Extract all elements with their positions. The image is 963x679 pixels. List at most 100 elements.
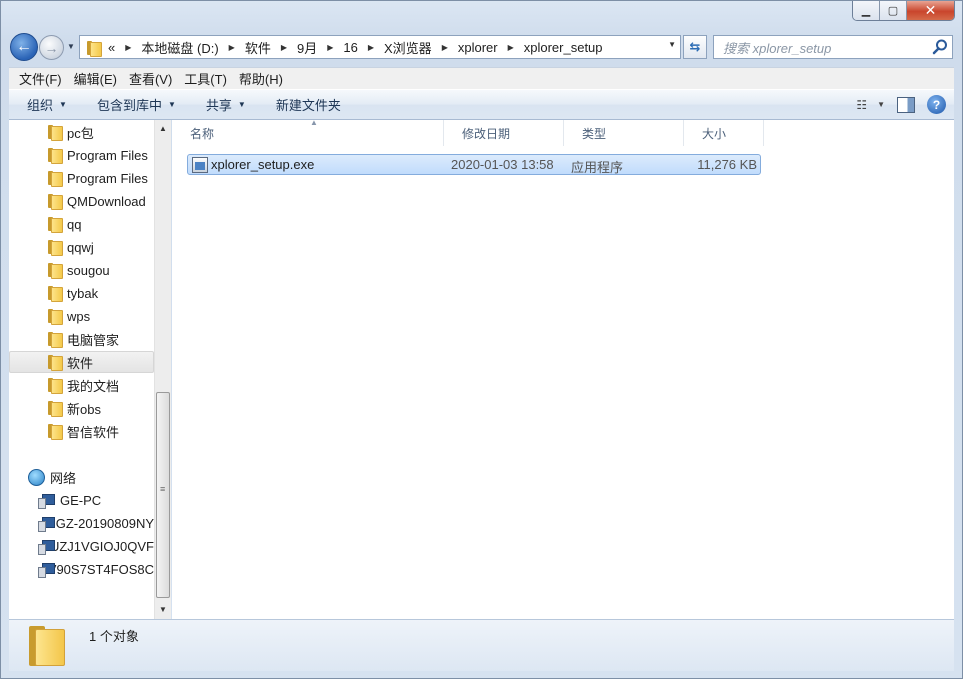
tree-folder-label: 电脑管家	[67, 332, 120, 348]
menu-help[interactable]: 帮助(H)	[233, 69, 289, 88]
help-icon[interactable]: ?	[927, 95, 946, 114]
tree-folder-label: QMDownload	[67, 193, 146, 209]
column-header-type[interactable]: 类型	[564, 120, 684, 146]
close-button[interactable]: ✕	[907, 1, 954, 20]
file-size: 11,276 KB	[697, 157, 757, 172]
folder-icon	[86, 40, 102, 57]
explorer-window: ▁ ▢ ✕ ← → ▼ « ▶ 本地磁盘 (D:) ▶ 软件 ▶ 9月 ▶ 16…	[0, 0, 963, 679]
tree-computer-item[interactable]: GZ-20190809NY	[9, 512, 154, 534]
chevron-right-icon[interactable]: ▶	[442, 43, 448, 52]
tree-folder-item[interactable]: qqwj	[9, 236, 154, 258]
scroll-up-arrow-icon[interactable]: ▲	[159, 124, 167, 133]
folder-icon	[47, 377, 63, 394]
refresh-button[interactable]: ⇆	[683, 35, 707, 59]
tree-computer-label: GE-PC	[60, 492, 102, 508]
tree-network[interactable]: 网络	[9, 466, 154, 488]
tree-folder-label: wps	[67, 308, 91, 324]
new-folder-button[interactable]: 新建文件夹	[266, 95, 351, 114]
breadcrumb-current[interactable]: xplorer_setup	[524, 40, 603, 55]
forward-button[interactable]: →	[39, 35, 64, 60]
share-button[interactable]: 共享 ▼	[196, 95, 256, 114]
preview-pane-icon[interactable]	[897, 96, 915, 113]
include-in-library-button[interactable]: 包含到库中 ▼	[87, 95, 186, 114]
menu-file[interactable]: 文件(F)	[13, 69, 68, 88]
chevron-down-icon[interactable]: ▼	[877, 100, 885, 109]
chevron-down-icon: ▼	[237, 100, 246, 109]
tree-folder-item-selected[interactable]: 软件	[9, 351, 154, 373]
tree-computer-item[interactable]: UZJ1VGIOJ0QVF	[9, 535, 154, 557]
recent-pages-dropdown-icon[interactable]: ▼	[67, 42, 75, 51]
address-history-dropdown-icon[interactable]: ▼	[668, 40, 676, 49]
view-controls: ☷ ▼ ?	[856, 95, 946, 114]
column-header-label: 类型	[582, 126, 607, 141]
column-header-label: 名称	[190, 126, 215, 141]
tree-folder-item[interactable]: Program Files	[9, 144, 154, 166]
breadcrumb-item[interactable]: 软件	[245, 38, 271, 57]
tree-folder-item[interactable]: Program Files	[9, 167, 154, 189]
new-folder-label: 新建文件夹	[275, 98, 341, 113]
tree-folder-item[interactable]: 智信软件	[9, 420, 154, 442]
tree-folder-item[interactable]: qq	[9, 213, 154, 235]
computer-icon	[38, 516, 55, 532]
file-date: 2020-01-03 13:58	[451, 157, 554, 172]
column-header-date[interactable]: 修改日期	[444, 120, 564, 146]
change-view-button[interactable]: ☷ ▼	[856, 98, 885, 112]
column-header-size[interactable]: 大小	[684, 120, 764, 146]
breadcrumb-item[interactable]: xplorer	[458, 40, 498, 55]
breadcrumb-item[interactable]: X浏览器	[384, 38, 432, 57]
search-input[interactable]: 搜索 xplorer_setup	[723, 38, 931, 57]
tree-folder-item[interactable]: sougou	[9, 259, 154, 281]
search-box[interactable]: 搜索 xplorer_setup	[713, 35, 953, 59]
chevron-right-icon[interactable]: ▶	[281, 43, 287, 52]
tree-folder-item[interactable]: pc包	[9, 121, 154, 143]
menu-tools[interactable]: 工具(T)	[178, 69, 233, 88]
breadcrumb-item[interactable]: 16	[343, 40, 357, 55]
tree-folder-label: tybak	[67, 285, 99, 301]
scrollbar-thumb[interactable]: ≡	[156, 392, 170, 598]
tree-folder-item[interactable]: wps	[9, 305, 154, 327]
chevron-right-icon[interactable]: ▶	[125, 43, 131, 52]
folder-icon	[47, 400, 63, 417]
maximize-button[interactable]: ▢	[880, 1, 907, 20]
tree-folder-item[interactable]: QMDownload	[9, 190, 154, 212]
folder-icon	[47, 124, 63, 141]
folder-icon	[47, 170, 63, 187]
chevron-right-icon[interactable]: ▶	[327, 43, 333, 52]
chevron-down-icon: ▼	[167, 100, 176, 109]
share-label: 共享	[205, 98, 232, 113]
tree-folder-item[interactable]: 电脑管家	[9, 328, 154, 350]
address-bar[interactable]: « ▶ 本地磁盘 (D:) ▶ 软件 ▶ 9月 ▶ 16 ▶ X浏览器 ▶ xp…	[79, 35, 681, 59]
title-bar[interactable]: ▁ ▢ ✕	[1, 1, 962, 31]
back-button[interactable]: ←	[10, 33, 38, 61]
chevron-right-icon[interactable]: ▶	[508, 43, 514, 52]
command-bar: 组织 ▼ 包含到库中 ▼ 共享 ▼ 新建文件夹 ☷ ▼ ?	[9, 89, 954, 120]
tree-computer-item[interactable]: V90S7ST4FOS8C	[9, 558, 154, 580]
application-icon	[192, 157, 208, 173]
tree-folder-item[interactable]: 新obs	[9, 397, 154, 419]
breadcrumb-item[interactable]: 9月	[297, 38, 317, 57]
chevron-right-icon[interactable]: ▶	[229, 43, 235, 52]
include-in-library-label: 包含到库中	[96, 98, 162, 113]
caption-buttons: ▁ ▢ ✕	[852, 1, 955, 21]
file-row-selected[interactable]: xplorer_setup.exe 2020-01-03 13:58 应用程序 …	[187, 154, 761, 175]
tree-folder-item[interactable]: tybak	[9, 282, 154, 304]
breadcrumb-overflow[interactable]: «	[108, 40, 115, 55]
menu-view[interactable]: 查看(V)	[123, 69, 178, 88]
column-header-name[interactable]: 名称 ▲	[172, 118, 444, 146]
breadcrumb-item[interactable]: 本地磁盘 (D:)	[141, 38, 218, 57]
sort-ascending-icon: ▲	[310, 118, 318, 127]
chevron-right-icon[interactable]: ▶	[368, 43, 374, 52]
navigation-scrollbar[interactable]: ▲ ≡ ▼	[154, 120, 171, 619]
menu-edit[interactable]: 编辑(E)	[68, 69, 123, 88]
minimize-button[interactable]: ▁	[853, 1, 880, 20]
organize-button[interactable]: 组织 ▼	[9, 95, 77, 114]
view-list-icon: ☷	[856, 97, 868, 112]
tree-computer-item[interactable]: GE-PC	[9, 489, 154, 511]
chevron-down-icon: ▼	[59, 100, 67, 109]
search-icon[interactable]	[931, 38, 949, 56]
folder-icon	[29, 626, 67, 666]
tree-folder-item[interactable]: 我的文档	[9, 374, 154, 396]
folder-icon	[47, 285, 63, 302]
tree-folder-label: 新obs	[67, 401, 101, 417]
scroll-down-arrow-icon[interactable]: ▼	[159, 605, 167, 614]
